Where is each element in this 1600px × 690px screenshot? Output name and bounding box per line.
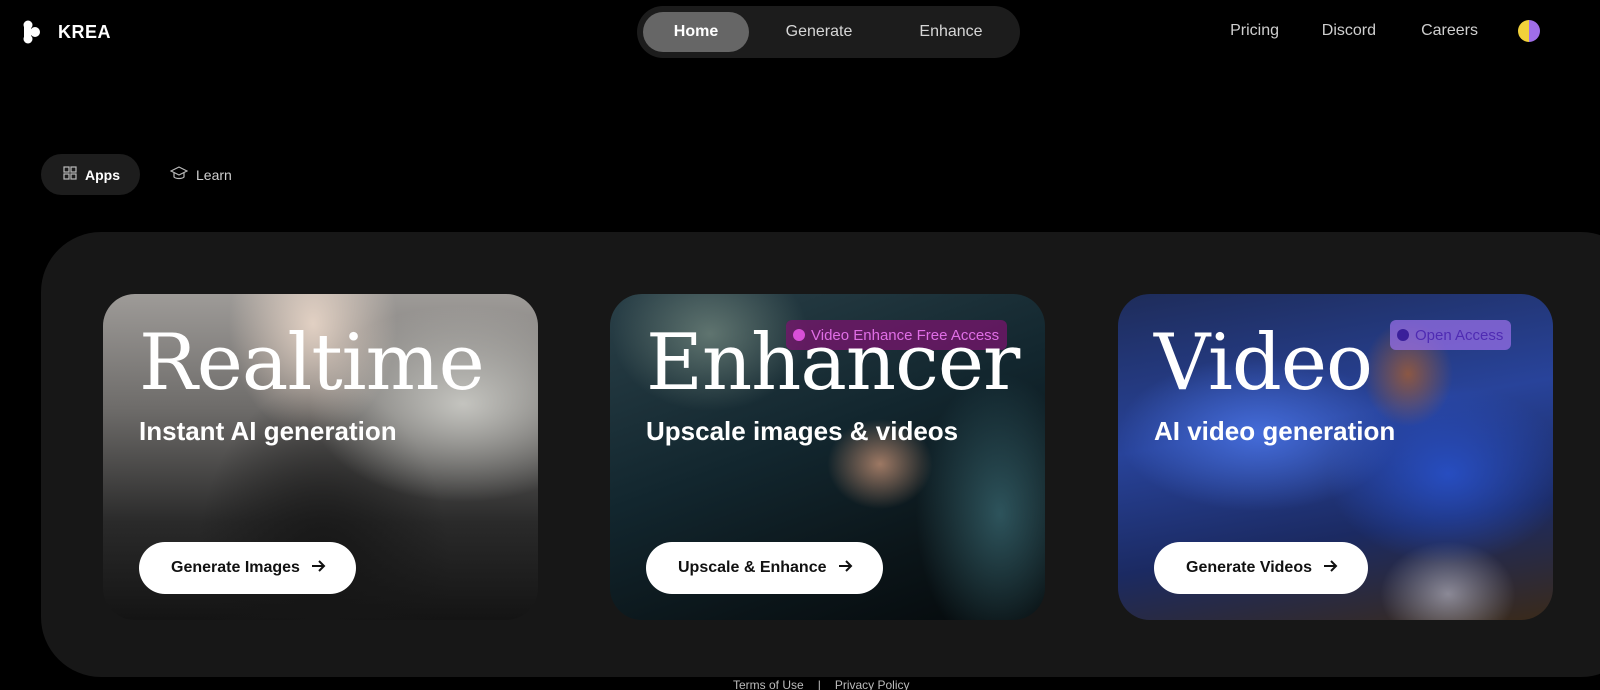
pricing-link[interactable]: Pricing — [1230, 22, 1279, 40]
graduation-cap-icon — [169, 166, 189, 183]
footer-separator: | — [817, 678, 821, 690]
careers-link[interactable]: Careers — [1421, 22, 1478, 40]
learn-pill[interactable]: Learn — [148, 154, 252, 195]
arrow-right-icon — [310, 558, 326, 579]
realtime-card[interactable]: Realtime Instant AI generation Generate … — [103, 294, 538, 620]
grid-icon — [63, 166, 77, 183]
button-label: Generate Images — [171, 559, 300, 576]
badge-label: Open Access — [1415, 326, 1504, 344]
arrow-right-icon — [1322, 558, 1338, 579]
status-badge: Open Access — [1390, 320, 1512, 350]
card-title: Realtime — [139, 318, 485, 408]
main-nav: Home Generate Enhance — [637, 6, 1020, 58]
button-label: Generate Videos — [1186, 559, 1312, 576]
tab-home[interactable]: Home — [643, 12, 749, 52]
card-title: Video — [1154, 318, 1373, 408]
arrow-right-icon — [837, 558, 853, 579]
krea-logo-icon — [22, 20, 42, 44]
terms-link[interactable]: Terms of Use — [733, 678, 804, 690]
badge-dot-icon — [1397, 329, 1409, 341]
enhancer-card[interactable]: Video Enhance Free Access Enhancer Upsca… — [610, 294, 1045, 620]
apps-label: Apps — [85, 166, 120, 183]
card-title: Enhancer — [646, 318, 1020, 408]
tab-enhance[interactable]: Enhance — [889, 12, 1013, 52]
card-subtitle: Instant AI generation — [139, 416, 397, 446]
card-subtitle: AI video generation — [1154, 416, 1396, 446]
video-card[interactable]: Open Access Video AI video generation Ge… — [1118, 294, 1553, 620]
privacy-link[interactable]: Privacy Policy — [835, 678, 910, 690]
discord-link[interactable]: Discord — [1322, 22, 1376, 40]
user-avatar[interactable] — [1518, 20, 1540, 42]
brand-logo[interactable]: KREA — [22, 20, 111, 44]
upscale-enhance-button[interactable]: Upscale & Enhance — [646, 542, 883, 594]
learn-label: Learn — [196, 166, 232, 183]
apps-pill[interactable]: Apps — [41, 154, 140, 195]
card-subtitle: Upscale images & videos — [646, 416, 959, 446]
sub-nav: Apps Learn — [41, 154, 252, 195]
footer-links: Terms of Use | Privacy Policy — [733, 678, 910, 690]
brand-name: KREA — [58, 21, 112, 42]
generate-images-button[interactable]: Generate Images — [139, 542, 356, 594]
tab-generate[interactable]: Generate — [749, 12, 889, 52]
generate-videos-button[interactable]: Generate Videos — [1154, 542, 1368, 594]
button-label: Upscale & Enhance — [678, 559, 827, 576]
